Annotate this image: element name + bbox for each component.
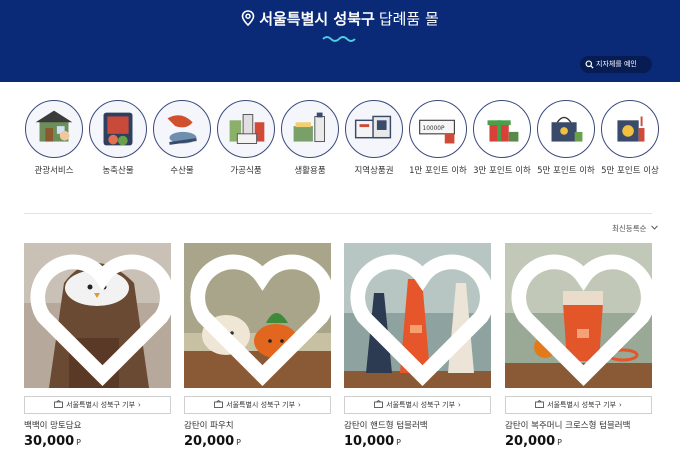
gift-box-icon — [473, 100, 531, 158]
seafood-icon — [153, 100, 211, 158]
category-seafood[interactable]: 수산물 — [152, 100, 214, 180]
wave-icon — [322, 36, 356, 42]
category-label: 5만 포인트 이상 — [601, 166, 659, 176]
category-agricultural[interactable]: 농축산물 — [88, 100, 150, 180]
price-value: 30,000 — [24, 434, 75, 449]
arrow-right-icon: › — [619, 401, 622, 409]
product-price: 20,000 P — [505, 434, 562, 449]
donate-label: 서울특별시 성북구 기부 — [547, 401, 617, 409]
heart-icon[interactable] — [29, 248, 171, 388]
region-search-label: 지자체를 예인 — [596, 60, 637, 68]
agricultural-icon — [89, 100, 147, 158]
category-processed-food[interactable]: 가공식품 — [216, 100, 278, 180]
product-name[interactable]: 백백이 망토담요 — [24, 419, 81, 431]
gift-bag-icon — [537, 100, 595, 158]
household-goods-icon — [281, 100, 339, 158]
arrow-right-icon: › — [138, 401, 141, 409]
title-region: 서울특별시 성북구 — [259, 10, 375, 28]
donation-box-icon — [214, 400, 224, 408]
price-currency: P — [557, 438, 562, 447]
product-card[interactable]: 서울특별시 성북구 기부 › 감탄이 핸드형 텀블러백 10,000 P — [344, 243, 491, 453]
page-title: 서울특별시 성북구 답례품 몰 — [0, 8, 680, 29]
site-header: 서울특별시 성북구 답례품 몰 지자체를 예인 — [0, 0, 680, 82]
category-under-50k[interactable]: 5만 포인트 이하 — [536, 100, 598, 180]
sort-dropdown[interactable]: 최신등록순 — [612, 223, 658, 234]
product-price: 30,000 P — [24, 434, 81, 449]
donate-label: 서울특별시 성북구 기부 — [66, 401, 136, 409]
donate-button[interactable]: 서울특별시 성북구 기부 › — [24, 396, 171, 414]
donate-button[interactable]: 서울특별시 성북구 기부 › — [184, 396, 331, 414]
category-tour-service[interactable]: 관광서비스 — [24, 100, 86, 180]
chevron-down-icon — [651, 225, 658, 230]
search-icon — [585, 60, 594, 69]
heart-icon[interactable] — [189, 248, 331, 388]
arrow-right-icon: › — [298, 401, 301, 409]
gift-certificate-icon — [345, 100, 403, 158]
svg-text:10000P: 10000P — [423, 126, 445, 132]
donate-button[interactable]: 서울특별시 성북구 기부 › — [505, 396, 652, 414]
donate-button[interactable]: 서울특별시 성북구 기부 › — [344, 396, 491, 414]
arrow-right-icon: › — [458, 401, 461, 409]
donation-box-icon — [535, 400, 545, 408]
heart-icon[interactable] — [510, 248, 652, 388]
product-card[interactable]: 서울특별시 성북구 기부 › 백백이 망토담요 30,000 P — [24, 243, 171, 453]
product-card[interactable]: 서울특별시 성북구 기부 › 감탄이 파우치 20,000 P — [184, 243, 331, 453]
region-search-button[interactable]: 지자체를 예인 — [580, 56, 652, 73]
title-mall: 답례품 몰 — [378, 10, 439, 28]
category-under-30k[interactable]: 3만 포인트 이하 — [472, 100, 534, 180]
donation-box-icon — [54, 400, 64, 408]
price-currency: P — [236, 438, 241, 447]
product-image[interactable] — [24, 243, 171, 388]
section-divider — [24, 213, 652, 214]
product-image[interactable] — [184, 243, 331, 388]
product-image[interactable] — [505, 243, 652, 388]
price-value: 20,000 — [505, 434, 556, 449]
category-household[interactable]: 생활용품 — [280, 100, 342, 180]
product-card[interactable]: 서울특별시 성북구 기부 › 감탄이 복주머니 크로스형 텀블러백 20,000 P — [505, 243, 652, 453]
heart-icon[interactable] — [349, 248, 491, 388]
product-price: 10,000 P — [344, 434, 401, 449]
price-value: 20,000 — [184, 434, 235, 449]
donate-label: 서울특별시 성북구 기부 — [226, 401, 296, 409]
category-menu: 관광서비스 농축산물 수산물 가공식품 생활용품 지역상품권 10000P 1만… — [22, 100, 662, 180]
processed-food-icon — [217, 100, 275, 158]
product-name[interactable]: 감탄이 핸드형 텀블러백 — [344, 419, 428, 431]
product-price: 20,000 P — [184, 434, 241, 449]
donate-label: 서울특별시 성북구 기부 — [386, 401, 456, 409]
product-name[interactable]: 감탄이 복주머니 크로스형 텀블러백 — [505, 419, 630, 431]
product-image[interactable] — [344, 243, 491, 388]
price-value: 10,000 — [344, 434, 395, 449]
product-name[interactable]: 감탄이 파우치 — [184, 419, 234, 431]
category-gift-certificate[interactable]: 지역상품권 — [344, 100, 406, 180]
price-currency: P — [76, 438, 81, 447]
category-over-50k[interactable]: 5만 포인트 이상 — [600, 100, 662, 180]
gift-premium-icon — [601, 100, 659, 158]
donation-box-icon — [374, 400, 384, 408]
voucher-icon: 10000P — [409, 100, 467, 158]
location-pin-icon — [241, 10, 255, 26]
sort-label: 최신등록순 — [612, 224, 647, 233]
price-currency: P — [396, 438, 401, 447]
category-under-10k[interactable]: 10000P 1만 포인트 이하 — [408, 100, 470, 180]
tour-service-icon — [25, 100, 83, 158]
